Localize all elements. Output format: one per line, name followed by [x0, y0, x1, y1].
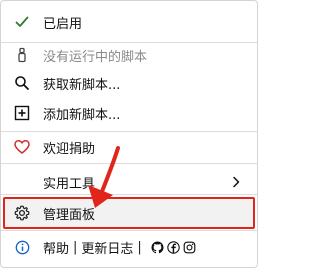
- gear-icon: [13, 204, 31, 222]
- menu-item-label: 获取新脚本...: [43, 77, 121, 93]
- menu-item-label: 欢迎捐助: [43, 141, 96, 157]
- context-menu: 已启用 没有运行中的脚本 获取新脚本... 添加新脚本... 欢迎捐助 实用工具…: [0, 0, 258, 268]
- menu-item-label: 实用工具: [43, 176, 96, 192]
- instagram-icon[interactable]: [183, 241, 196, 254]
- menu-separator: [1, 131, 257, 132]
- menu-item-dashboard[interactable]: 管理面板: [3, 197, 255, 229]
- github-icon[interactable]: [151, 240, 164, 254]
- menu-separator: [1, 230, 257, 231]
- social-links: [148, 240, 196, 254]
- menu-separator: [1, 163, 257, 164]
- menu-item-label: 已启用: [43, 16, 83, 32]
- menu-item-no-scripts: 没有运行中的脚本: [5, 41, 253, 69]
- plus-box-icon: [13, 104, 31, 122]
- menu-item-label: 管理面板: [43, 207, 96, 223]
- menu-item-enabled[interactable]: 已启用: [5, 8, 253, 36]
- menu-item-label: 添加新脚本...: [43, 107, 121, 123]
- menu-footer: 帮助 | 更新日志 |: [5, 233, 253, 261]
- heart-icon: [13, 138, 31, 156]
- menu-item-get-scripts[interactable]: 获取新脚本...: [5, 69, 253, 97]
- footer-separator: |: [73, 239, 78, 255]
- menu-separator: [1, 194, 257, 195]
- chevron-right-icon: [231, 175, 241, 189]
- tampermonkey-icon: [13, 46, 31, 64]
- changelog-link[interactable]: 更新日志: [81, 238, 133, 257]
- menu-item-label: 没有运行中的脚本: [43, 49, 148, 65]
- footer-separator: |: [137, 239, 142, 255]
- info-icon: [13, 238, 31, 256]
- search-icon: [13, 74, 31, 92]
- menu-item-donate[interactable]: 欢迎捐助: [5, 133, 253, 161]
- check-icon: [13, 13, 31, 31]
- menu-item-add-script[interactable]: 添加新脚本...: [5, 99, 253, 127]
- help-link[interactable]: 帮助: [43, 238, 69, 257]
- facebook-icon[interactable]: [167, 240, 180, 254]
- menu-item-utilities[interactable]: 实用工具: [5, 168, 253, 196]
